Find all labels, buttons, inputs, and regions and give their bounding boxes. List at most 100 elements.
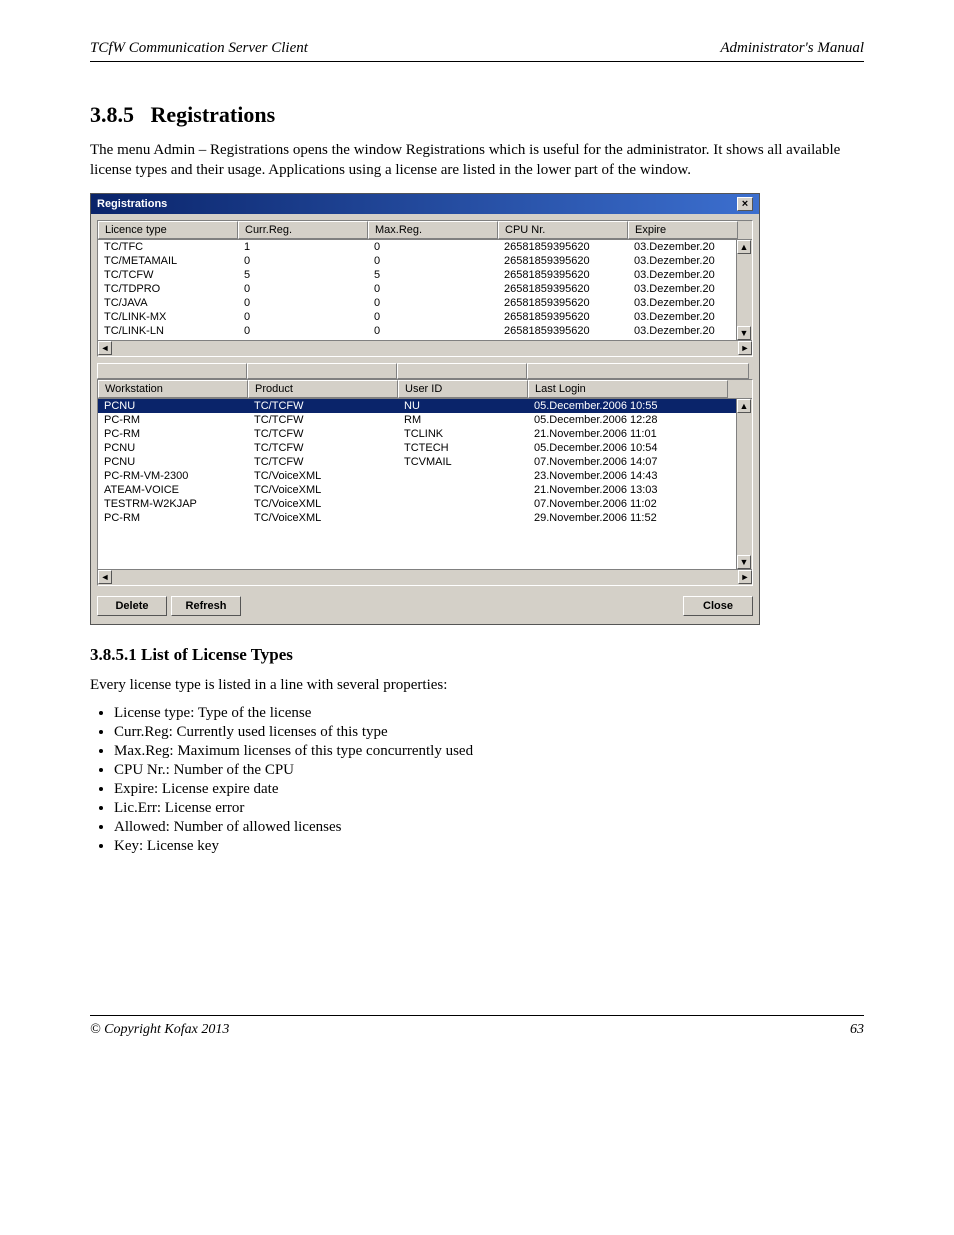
list-item: Expire: License expire date: [114, 781, 864, 798]
subsection-paragraph: Every license type is listed in a line w…: [90, 675, 864, 695]
dialog-title-text: Registrations: [97, 198, 737, 210]
section-number: 3.8.5: [90, 102, 134, 127]
table-cell: RM: [398, 413, 528, 427]
list-item: Key: License key: [114, 838, 864, 855]
table-cell: TC/TCFW: [248, 441, 398, 455]
table-cell: 26581859395620: [498, 296, 628, 310]
table-cell: 5: [368, 268, 498, 282]
table-cell: 0: [368, 254, 498, 268]
table-row[interactable]: TC/METAMAIL002658185939562003.Dezember.2…: [98, 254, 752, 268]
dialog-titlebar[interactable]: Registrations ×: [91, 194, 759, 214]
table-row[interactable]: TC/TCFW552658185939562003.Dezember.20: [98, 268, 752, 282]
table-row[interactable]: TC/JAVA002658185939562003.Dezember.20: [98, 296, 752, 310]
table-cell: 07.November.2006 11:02: [528, 497, 728, 511]
table-cell: 0: [238, 296, 368, 310]
table-cell: 0: [238, 282, 368, 296]
horizontal-scrollbar[interactable]: ◄ ►: [98, 340, 752, 356]
table-cell: [398, 483, 528, 497]
footer-page-number: 63: [850, 1022, 864, 1038]
table-cell: 03.Dezember.20: [628, 310, 738, 324]
table-cell: 0: [368, 240, 498, 254]
table-row[interactable]: PCNUTC/TCFWTCVMAIL07.November.2006 14:07: [98, 455, 752, 469]
table-row[interactable]: TC/TDPRO002658185939562003.Dezember.20: [98, 282, 752, 296]
table-cell: PCNU: [98, 455, 248, 469]
table-cell: TC/VoiceXML: [248, 469, 398, 483]
table-cell: 07.November.2006 14:07: [528, 455, 728, 469]
table-cell: PCNU: [98, 441, 248, 455]
table-cell: TC/TCFW: [98, 268, 238, 282]
scroll-left-icon[interactable]: ◄: [98, 570, 112, 584]
table-row[interactable]: PCNUTC/TCFWTCTECH05.December.2006 10:54: [98, 441, 752, 455]
scroll-right-icon[interactable]: ►: [738, 341, 752, 355]
table-cell: 0: [368, 324, 498, 338]
scroll-left-icon[interactable]: ◄: [98, 341, 112, 355]
table-cell: [398, 497, 528, 511]
vertical-scrollbar[interactable]: ▲ ▼: [736, 240, 752, 340]
scroll-down-icon[interactable]: ▼: [737, 555, 751, 569]
table-cell: TESTRM-W2KJAP: [98, 497, 248, 511]
horizontal-scrollbar[interactable]: ◄ ►: [98, 569, 752, 585]
table-cell: TC/TCFW: [248, 455, 398, 469]
section-title: 3.8.5 Registrations: [90, 102, 864, 128]
spacer-row: [97, 363, 753, 379]
table-cell: 21.November.2006 13:03: [528, 483, 728, 497]
table-cell: PC-RM-VM-2300: [98, 469, 248, 483]
delete-button[interactable]: Delete: [97, 596, 167, 616]
table-cell: TCVMAIL: [398, 455, 528, 469]
table-cell: 0: [238, 310, 368, 324]
scroll-up-icon[interactable]: ▲: [737, 240, 751, 254]
scroll-right-icon[interactable]: ►: [738, 570, 752, 584]
table-cell: 05.December.2006 10:55: [528, 399, 728, 413]
refresh-button[interactable]: Refresh: [171, 596, 241, 616]
table-row[interactable]: PCNUTC/TCFWNU05.December.2006 10:55: [98, 399, 752, 413]
scroll-up-icon[interactable]: ▲: [737, 399, 751, 413]
list-item: Allowed: Number of allowed licenses: [114, 819, 864, 836]
table-row[interactable]: PC-RMTC/TCFWTCLINK21.November.2006 11:01: [98, 427, 752, 441]
col-curr-reg[interactable]: Curr.Reg.: [238, 221, 368, 239]
sessions-list-body[interactable]: PCNUTC/TCFWNU05.December.2006 10:55PC-RM…: [98, 399, 752, 569]
scroll-down-icon[interactable]: ▼: [737, 326, 751, 340]
table-row[interactable]: ATEAM-VOICETC/VoiceXML21.November.2006 1…: [98, 483, 752, 497]
table-cell: TC/VoiceXML: [248, 497, 398, 511]
list-item: Lic.Err: License error: [114, 800, 864, 817]
vertical-scrollbar[interactable]: ▲ ▼: [736, 399, 752, 569]
table-cell: 0: [368, 282, 498, 296]
table-cell: TC/TDPRO: [98, 282, 238, 296]
section-heading: Registrations: [151, 102, 276, 127]
footer-copyright: © Copyright Kofax 2013: [90, 1022, 850, 1038]
list-item: Curr.Reg: Currently used licenses of thi…: [114, 724, 864, 741]
table-cell: 26581859395620: [498, 310, 628, 324]
header-left: TCfW Communication Server Client: [90, 40, 477, 57]
licence-list-body[interactable]: TC/TFC102658185939562003.Dezember.20TC/M…: [98, 240, 752, 340]
table-row[interactable]: TC/TFC102658185939562003.Dezember.20: [98, 240, 752, 254]
table-row[interactable]: TC/LINK-LN002658185939562003.Dezember.20: [98, 324, 752, 338]
table-cell: 0: [238, 324, 368, 338]
table-row[interactable]: TESTRM-W2KJAPTC/VoiceXML 07.November.2006…: [98, 497, 752, 511]
table-cell: 03.Dezember.20: [628, 296, 738, 310]
col-user-id[interactable]: User ID: [398, 380, 528, 398]
col-licence-type[interactable]: Licence type: [98, 221, 238, 239]
table-cell: TC/LINK-MX: [98, 310, 238, 324]
table-row[interactable]: PC-RM-VM-2300TC/VoiceXML23.November.2006…: [98, 469, 752, 483]
table-cell: TC/TCFW: [248, 427, 398, 441]
table-row[interactable]: PC-RMTC/VoiceXML29.November.2006 11:52: [98, 511, 752, 525]
col-workstation[interactable]: Workstation: [98, 380, 248, 398]
properties-list: License type: Type of the licenseCurr.Re…: [114, 705, 864, 855]
table-cell: PCNU: [98, 399, 248, 413]
table-cell: 05.December.2006 10:54: [528, 441, 728, 455]
col-max-reg[interactable]: Max.Reg.: [368, 221, 498, 239]
table-cell: 21.November.2006 11:01: [528, 427, 728, 441]
table-cell: 26581859395620: [498, 282, 628, 296]
licence-listview[interactable]: Licence type Curr.Reg. Max.Reg. CPU Nr. …: [97, 220, 753, 357]
col-expire[interactable]: Expire: [628, 221, 738, 239]
table-row[interactable]: TC/LINK-MX002658185939562003.Dezember.20: [98, 310, 752, 324]
close-button[interactable]: Close: [683, 596, 753, 616]
col-cpu-nr[interactable]: CPU Nr.: [498, 221, 628, 239]
table-row[interactable]: PC-RMTC/TCFWRM05.December.2006 12:28: [98, 413, 752, 427]
sessions-listview[interactable]: Workstation Product User ID Last Login P…: [97, 379, 753, 586]
col-product[interactable]: Product: [248, 380, 398, 398]
close-icon[interactable]: ×: [737, 197, 753, 211]
table-cell: 26581859395620: [498, 324, 628, 338]
col-last-login[interactable]: Last Login: [528, 380, 728, 398]
table-cell: TC/TCFW: [248, 413, 398, 427]
